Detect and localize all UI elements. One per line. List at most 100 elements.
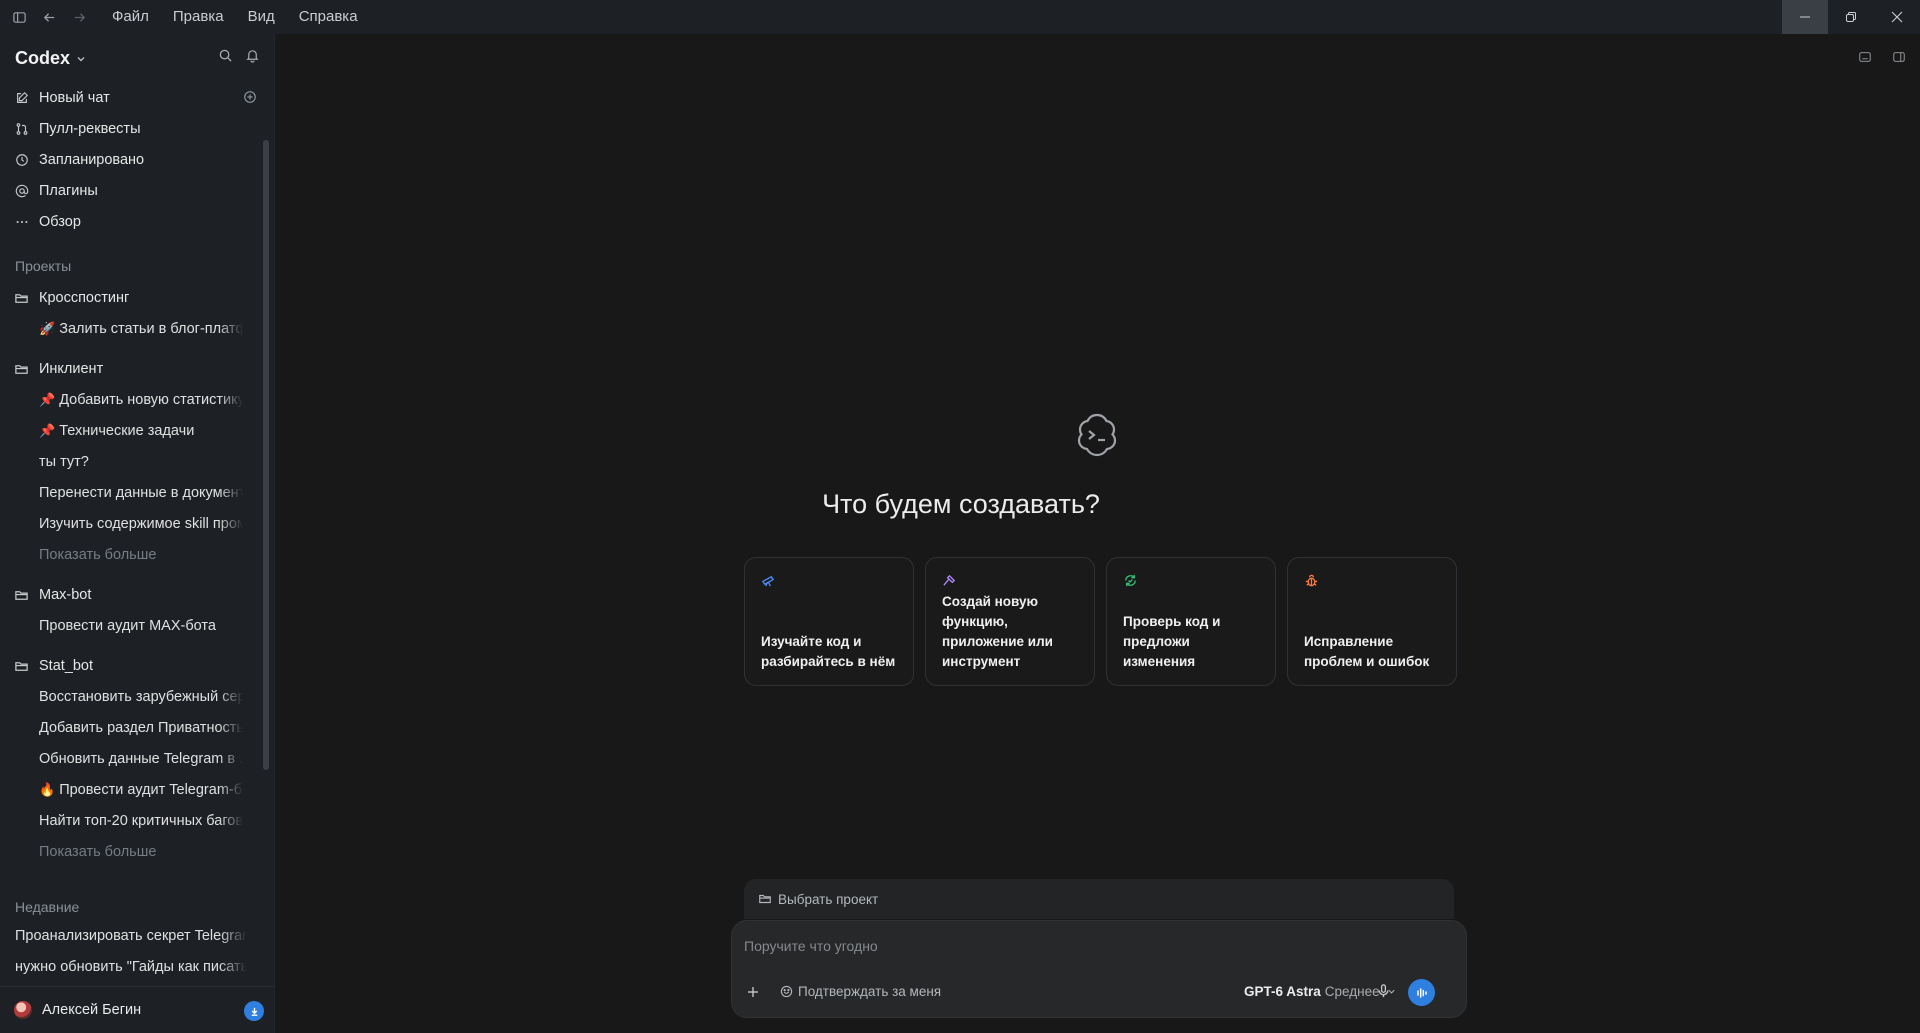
- thread-emoji: 🚀: [39, 321, 56, 336]
- main-panel: Что будем создавать? Изучайте код и разб…: [274, 34, 1920, 1033]
- scrollbar-thumb[interactable]: [263, 140, 269, 770]
- user-profile[interactable]: Алексей Бегин: [0, 986, 274, 1033]
- nav-label: Новый чат: [39, 90, 110, 106]
- attach-plus-icon[interactable]: [746, 985, 760, 1002]
- thread-item[interactable]: Найти топ-20 критичных багов: [39, 811, 243, 831]
- sidebar-scrollbar[interactable]: [262, 130, 270, 990]
- suggestion-card-fix[interactable]: Исправление проблем и ошибок: [1287, 557, 1457, 686]
- suggestion-cards: Изучайте код и разбирайтесь в нём Создай…: [744, 557, 1457, 686]
- nav-label: Пулл-реквесты: [39, 121, 141, 137]
- thread-item[interactable]: 🚀Залить статьи в блог-платформу: [39, 319, 243, 339]
- thread-title: ты тут?: [39, 454, 89, 470]
- recent-header: Недавние: [15, 899, 80, 915]
- prompt-input[interactable]: [744, 934, 1344, 958]
- suggestion-card-create[interactable]: Создай новую функцию, приложение или инс…: [925, 557, 1095, 686]
- suggestion-card-review[interactable]: Проверь код и предложи изменения: [1106, 557, 1276, 686]
- nav-overview[interactable]: Обзор: [14, 210, 81, 234]
- thread-title: Добавить раздел Приватность: [39, 720, 243, 736]
- card-text: Изучайте код и разбирайтесь в нём: [761, 634, 896, 669]
- bell-icon[interactable]: [245, 48, 260, 63]
- new-chat-plus-icon[interactable]: [243, 90, 257, 107]
- reasoning-effort: Среднее: [1324, 984, 1380, 999]
- thread-item[interactable]: Восстановить зарубежный сервер: [39, 687, 243, 707]
- thread-item[interactable]: ты тут?: [39, 452, 243, 472]
- hammer-icon: [942, 573, 958, 589]
- at-icon: [14, 183, 30, 199]
- approval-icon: [780, 985, 793, 998]
- nav-scheduled[interactable]: Запланировано: [14, 148, 144, 172]
- bug-icon: [1304, 573, 1320, 589]
- search-icon[interactable]: [218, 48, 233, 63]
- folder-icon: [14, 290, 30, 306]
- menu-view[interactable]: Вид: [236, 0, 287, 34]
- nav-plugins[interactable]: Плагины: [14, 179, 98, 203]
- more-icon: [14, 214, 30, 230]
- back-arrow-icon[interactable]: [34, 0, 64, 34]
- thread-title: Добавить новую статистику: [59, 392, 243, 408]
- approval-mode-selector[interactable]: Подтверждать за меня: [780, 984, 941, 999]
- thread-item[interactable]: Обновить данные Telegram в .env: [39, 749, 243, 769]
- terminal-panel-icon[interactable]: [1858, 50, 1872, 64]
- thread-item[interactable]: 📌 Добавить новую статистику: [39, 390, 243, 410]
- hero-title-text: Что будем создавать?: [822, 489, 1100, 519]
- card-text: Исправление проблем и ошибок: [1304, 634, 1430, 669]
- thread-item[interactable]: 📌 Технические задачи: [39, 421, 243, 441]
- forward-arrow-icon[interactable]: [64, 0, 94, 34]
- project-crossposting[interactable]: Кросспостинг: [14, 286, 129, 310]
- waveform-icon: [1416, 987, 1427, 998]
- review-icon: [1123, 573, 1139, 589]
- sidebar-toggle-icon[interactable]: [4, 0, 34, 34]
- nav-new-chat[interactable]: Новый чат: [14, 86, 110, 110]
- update-download-button[interactable]: [244, 1001, 264, 1021]
- minimize-button[interactable]: [1782, 0, 1828, 34]
- recent-item[interactable]: Проанализировать секрет Telegram: [15, 926, 247, 946]
- thread-item[interactable]: 🔥Провести аудит Telegram-бота: [39, 780, 243, 800]
- user-name: Алексей Бегин: [42, 1002, 142, 1018]
- show-more-link[interactable]: Показать больше: [39, 842, 243, 862]
- restore-button[interactable]: [1828, 0, 1874, 34]
- side-panel-icon[interactable]: [1892, 50, 1906, 64]
- thread-title: Провести аудит MAX-бота: [39, 618, 216, 634]
- card-text: Создай новую функцию, приложение или инс…: [942, 594, 1053, 669]
- menu-edit[interactable]: Правка: [161, 0, 236, 34]
- thread-title: Восстановить зарубежный сервер: [39, 689, 243, 705]
- thread-title: Найти топ-20 критичных багов: [39, 813, 243, 829]
- window-controls: [1782, 0, 1920, 34]
- project-stat-bot[interactable]: Stat_bot: [14, 654, 93, 678]
- menu-file[interactable]: Файл: [100, 0, 161, 34]
- nav-label: Запланировано: [39, 152, 145, 168]
- voice-mode-button[interactable]: [1408, 979, 1435, 1006]
- app-switcher[interactable]: Codex: [15, 48, 87, 69]
- close-window-button[interactable]: [1874, 0, 1920, 34]
- project-picker[interactable]: Выбрать проект: [744, 879, 1454, 919]
- show-more-link[interactable]: Показать больше: [39, 545, 243, 565]
- title-bar: Файл Правка Вид Справка: [0, 0, 1920, 34]
- folder-icon: [14, 658, 30, 674]
- project-name: Кросспостинг: [39, 290, 130, 306]
- project-inclient[interactable]: Инклиент: [14, 357, 103, 381]
- card-text: Проверь код и предложи изменения: [1123, 614, 1221, 669]
- model-selector[interactable]: GPT-6 Astra Среднее: [1244, 984, 1397, 999]
- menu-help[interactable]: Справка: [287, 0, 370, 34]
- thread-item[interactable]: Добавить раздел Приватность: [39, 718, 243, 738]
- recent-item[interactable]: нужно обновить "Гайды как писать: [15, 957, 247, 977]
- project-name: Max-bot: [39, 587, 92, 603]
- composer: Подтверждать за меня GPT-6 Astra Среднее: [731, 920, 1467, 1018]
- project-name: Stat_bot: [39, 658, 94, 674]
- thread-item[interactable]: Провести аудит MAX-бота: [39, 616, 243, 636]
- folder-icon: [14, 587, 30, 603]
- thread-title: Обновить данные Telegram в .env: [39, 751, 243, 767]
- thread-emoji: 📌: [39, 423, 56, 438]
- project-max-bot[interactable]: Max-bot: [14, 583, 91, 607]
- thread-emoji: 🔥: [39, 782, 56, 797]
- thread-title: Залить статьи в блог-платформу: [59, 321, 243, 337]
- approval-label: Подтверждать за меня: [798, 984, 942, 999]
- menu-bar: Файл Правка Вид Справка: [100, 0, 370, 34]
- microphone-icon[interactable]: [1376, 983, 1391, 1001]
- app-name: Codex: [15, 48, 71, 68]
- chevron-down-icon: [77, 56, 85, 61]
- clock-icon: [14, 152, 30, 168]
- suggestion-card-explore[interactable]: Изучайте код и разбирайтесь в нём: [744, 557, 914, 686]
- nav-pull-requests[interactable]: Пулл-реквесты: [14, 117, 141, 141]
- codex-logo-icon: [1077, 413, 1117, 457]
